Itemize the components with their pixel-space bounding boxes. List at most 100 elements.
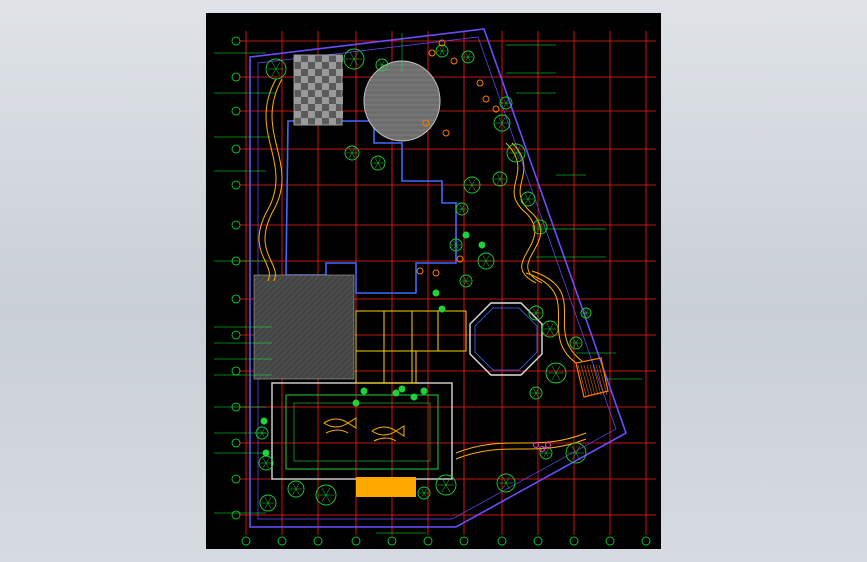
tree-branch xyxy=(377,162,382,168)
tree-branch xyxy=(381,60,385,66)
tree-branch xyxy=(498,122,503,129)
axis-bubble-y xyxy=(231,294,241,304)
shrub xyxy=(478,241,486,249)
shrub xyxy=(352,399,360,407)
axis-bubble-x xyxy=(533,536,543,546)
tree-branch xyxy=(524,194,529,200)
orange-bench-strip xyxy=(356,477,416,497)
tree-branch xyxy=(465,56,469,62)
tree-branch xyxy=(468,184,473,191)
pool-water xyxy=(293,402,431,462)
checker-tile xyxy=(322,83,329,90)
shrub xyxy=(438,305,446,313)
shrub xyxy=(398,385,406,393)
tree-branch xyxy=(501,122,506,129)
checker-tile xyxy=(322,69,329,76)
tree-branch xyxy=(445,484,451,493)
checker-tile xyxy=(315,76,322,83)
shrub xyxy=(360,387,368,395)
fish-motif-right xyxy=(371,425,405,442)
pool-outer xyxy=(271,382,453,480)
checker-tile xyxy=(336,111,343,118)
tree-branch xyxy=(259,432,263,438)
tree-branch xyxy=(551,365,557,374)
tree-branch xyxy=(543,452,547,458)
tree-branch xyxy=(321,494,327,503)
flower-shrub xyxy=(428,49,436,57)
shrub xyxy=(260,417,268,425)
checker-tile xyxy=(329,118,336,125)
axis-bubble-x xyxy=(351,536,361,546)
tree-branch xyxy=(423,488,427,494)
axis-bubble-y xyxy=(231,330,241,340)
checker-tile xyxy=(329,62,336,69)
tree-branch xyxy=(555,372,561,381)
shrub xyxy=(410,393,418,401)
tree-branch xyxy=(485,255,490,262)
tree-branch xyxy=(505,476,510,484)
landscape-site-plan xyxy=(214,28,656,546)
shrub xyxy=(462,231,470,239)
tree-branch xyxy=(555,365,561,374)
tree-branch xyxy=(585,309,589,314)
checker-tile xyxy=(336,83,343,90)
checker-tile xyxy=(315,62,322,69)
tree-branch xyxy=(349,51,355,60)
checker-tile xyxy=(336,69,343,76)
tree-branch xyxy=(482,255,487,262)
tree-branch xyxy=(471,179,476,186)
tree-branch xyxy=(325,487,331,496)
tree-branch xyxy=(551,372,557,381)
checker-tile xyxy=(301,104,308,111)
tree-branch xyxy=(533,392,537,398)
tree-branch xyxy=(498,117,503,124)
tree-branch xyxy=(505,98,509,104)
tree-branch xyxy=(575,338,579,344)
tree-branch xyxy=(264,497,269,504)
tree-branch xyxy=(292,488,297,495)
tree-branch xyxy=(261,428,265,434)
flower-shrub xyxy=(482,95,490,103)
flower-shrub xyxy=(450,57,458,65)
tree-branch xyxy=(292,483,297,490)
checker-tile xyxy=(315,104,322,111)
tree-branch xyxy=(421,492,425,498)
axis-bubble-x xyxy=(641,536,651,546)
checker-tile xyxy=(294,111,301,118)
checker-tile xyxy=(294,69,301,76)
tree-branch xyxy=(262,458,267,464)
tree-branch xyxy=(496,174,501,180)
checker-tile xyxy=(336,97,343,104)
tree-branch xyxy=(439,46,443,52)
tree-branch xyxy=(439,50,443,56)
tree-branch xyxy=(467,52,471,58)
tree-branch xyxy=(321,487,327,496)
tree-branch xyxy=(275,61,281,70)
axis-bubble-x xyxy=(569,536,579,546)
tree-branch xyxy=(539,222,544,228)
tree-branch xyxy=(459,208,463,214)
tree-branch xyxy=(467,56,471,62)
tree-branch xyxy=(533,388,537,394)
axis-bubble-x xyxy=(497,536,507,546)
tree-branch xyxy=(377,158,382,164)
tree-branch xyxy=(465,276,469,282)
checker-tile xyxy=(301,76,308,83)
checker-tile xyxy=(294,83,301,90)
tree-branch xyxy=(441,46,445,52)
pool-inner xyxy=(285,394,439,470)
checker-tile xyxy=(294,55,301,62)
checker-tile xyxy=(308,69,315,76)
checker-tile xyxy=(329,76,336,83)
tree-branch xyxy=(502,482,507,490)
axis-bubble-y xyxy=(231,36,241,46)
axis-bubble-x xyxy=(423,536,433,546)
tree-branch xyxy=(295,483,300,490)
axis-bubble-y xyxy=(231,180,241,190)
axis-bubble-y xyxy=(231,474,241,484)
tree-branch xyxy=(465,280,469,286)
tree-branch xyxy=(379,60,383,66)
cad-drawing-viewport[interactable] xyxy=(206,13,661,549)
checker-tile xyxy=(301,90,308,97)
tree-branch xyxy=(259,428,263,434)
